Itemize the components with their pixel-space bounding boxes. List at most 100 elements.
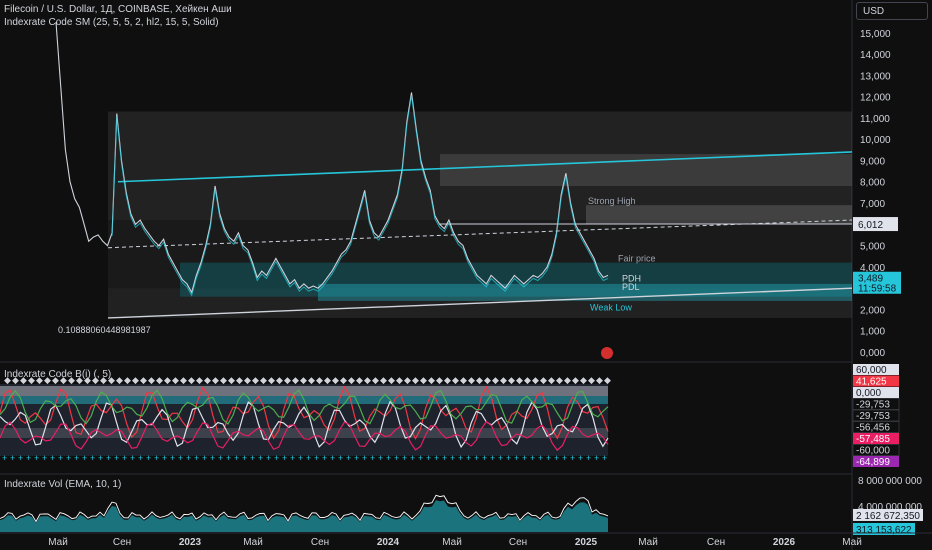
oscillator-band bbox=[0, 386, 608, 396]
chart-svg[interactable]: Strong HighFair priceWeak LowPDHPDL0.108… bbox=[0, 0, 932, 550]
oscillator-marker: ◆ bbox=[532, 375, 539, 385]
oscillator-marker: + bbox=[498, 453, 503, 463]
oscillator-axis-tick: -29,753 bbox=[856, 411, 890, 422]
oscillator-marker: ◆ bbox=[92, 375, 99, 385]
oscillator-marker: + bbox=[74, 453, 79, 463]
oscillator-marker: ◆ bbox=[604, 375, 611, 385]
oscillator-marker: + bbox=[450, 453, 455, 463]
oscillator-marker: + bbox=[274, 453, 279, 463]
oscillator-marker: + bbox=[330, 453, 335, 463]
oscillator-marker: + bbox=[114, 453, 119, 463]
oscillator-marker: ◆ bbox=[364, 375, 371, 385]
oscillator-marker: + bbox=[322, 453, 327, 463]
oscillator-marker: + bbox=[378, 453, 383, 463]
oscillator-marker: ◆ bbox=[324, 375, 331, 385]
oscillator-marker: + bbox=[154, 453, 159, 463]
oscillator-marker: ◆ bbox=[308, 375, 315, 385]
oscillator-marker: + bbox=[458, 453, 463, 463]
oscillator-marker: ◆ bbox=[148, 375, 155, 385]
oscillator-marker: + bbox=[442, 453, 447, 463]
oscillator-marker: ◆ bbox=[252, 375, 259, 385]
oscillator-marker: + bbox=[178, 453, 183, 463]
price-axis-tick: 10,000 bbox=[860, 135, 891, 146]
oscillator-marker: + bbox=[386, 453, 391, 463]
time-axis-tick: Сен bbox=[113, 537, 131, 548]
oscillator-marker: ◆ bbox=[44, 375, 51, 385]
oscillator-marker: + bbox=[34, 453, 39, 463]
oscillator-marker: + bbox=[394, 453, 399, 463]
oscillator-marker: ◆ bbox=[564, 375, 571, 385]
price-axis-tick: 11,000 bbox=[860, 114, 890, 125]
oscillator-marker: ◆ bbox=[212, 375, 219, 385]
oscillator-marker: + bbox=[474, 453, 479, 463]
price-axis-tick: 2,000 bbox=[860, 305, 885, 316]
oscillator-marker: + bbox=[50, 453, 55, 463]
time-axis-tick: 2025 bbox=[575, 537, 598, 548]
oscillator-marker: + bbox=[578, 453, 583, 463]
time-axis-tick: Май bbox=[442, 537, 462, 548]
oscillator-marker: + bbox=[546, 453, 551, 463]
oscillator-marker: + bbox=[338, 453, 343, 463]
oscillator-marker: ◆ bbox=[156, 375, 163, 385]
oscillator-marker: ◆ bbox=[124, 375, 131, 385]
time-axis-tick: Май bbox=[48, 537, 68, 548]
oscillator-axis-tick: -57,485 bbox=[856, 434, 890, 445]
volume-badge-text: 313 153,622 bbox=[856, 525, 912, 536]
price-axis-tick: 12,000 bbox=[860, 93, 891, 104]
oscillator-marker: ◆ bbox=[228, 375, 235, 385]
oscillator-marker: + bbox=[290, 453, 295, 463]
oscillator-marker: + bbox=[522, 453, 527, 463]
oscillator-marker: ◆ bbox=[268, 375, 275, 385]
low-value-label: 0.10888060448981987 bbox=[58, 325, 151, 335]
oscillator-marker: + bbox=[354, 453, 359, 463]
price-axis-tick: 9,000 bbox=[860, 156, 885, 167]
oscillator-marker: + bbox=[146, 453, 151, 463]
oscillator-marker: + bbox=[570, 453, 575, 463]
oscillator-marker: + bbox=[370, 453, 375, 463]
oscillator-marker: + bbox=[426, 453, 431, 463]
oscillator-marker: ◆ bbox=[188, 375, 195, 385]
oscillator-marker: ◆ bbox=[244, 375, 251, 385]
oscillator-marker: ◆ bbox=[52, 375, 59, 385]
oscillator-marker: ◆ bbox=[28, 375, 35, 385]
oscillator-marker: + bbox=[346, 453, 351, 463]
oscillator-marker: + bbox=[586, 453, 591, 463]
oscillator-marker: + bbox=[258, 453, 263, 463]
oscillator-marker: + bbox=[234, 453, 239, 463]
oscillator-marker: + bbox=[418, 453, 423, 463]
oscillator-axis-tick: -56,456 bbox=[856, 423, 890, 434]
oscillator-marker: ◆ bbox=[84, 375, 91, 385]
oscillator-marker: ◆ bbox=[516, 375, 523, 385]
oscillator-marker: ◆ bbox=[340, 375, 347, 385]
oscillator-marker: ◆ bbox=[508, 375, 515, 385]
oscillator-marker: + bbox=[26, 453, 31, 463]
oscillator-marker: ◆ bbox=[356, 375, 363, 385]
oscillator-marker: ◆ bbox=[260, 375, 267, 385]
oscillator-marker: + bbox=[242, 453, 247, 463]
oscillator-marker: + bbox=[466, 453, 471, 463]
oscillator-marker: + bbox=[266, 453, 271, 463]
oscillator-marker: ◆ bbox=[140, 375, 147, 385]
time-axis-tick: Сен bbox=[509, 537, 527, 548]
oscillator-marker: ◆ bbox=[132, 375, 139, 385]
time-axis-tick: Сен bbox=[311, 537, 329, 548]
pdl-label: PDL bbox=[622, 282, 640, 292]
oscillator-marker: ◆ bbox=[396, 375, 403, 385]
oscillator-marker: ◆ bbox=[68, 375, 75, 385]
oscillator-marker: ◆ bbox=[196, 375, 203, 385]
oscillator-marker: + bbox=[202, 453, 207, 463]
oscillator-marker: + bbox=[410, 453, 415, 463]
time-axis-tick: Май bbox=[842, 537, 862, 548]
oscillator-marker: ◆ bbox=[484, 375, 491, 385]
oscillator-marker: ◆ bbox=[524, 375, 531, 385]
oscillator-marker: ◆ bbox=[180, 375, 187, 385]
price-axis-tick: 8,000 bbox=[860, 178, 885, 189]
oscillator-marker: ◆ bbox=[412, 375, 419, 385]
oscillator-marker: + bbox=[298, 453, 303, 463]
oscillator-marker: ◆ bbox=[276, 375, 283, 385]
oscillator-marker: + bbox=[538, 453, 543, 463]
oscillator-marker: ◆ bbox=[36, 375, 43, 385]
time-axis-tick: Май bbox=[243, 537, 263, 548]
volume-axis-tick: 8 000 000 000 bbox=[858, 476, 922, 487]
oscillator-marker: ◆ bbox=[284, 375, 291, 385]
